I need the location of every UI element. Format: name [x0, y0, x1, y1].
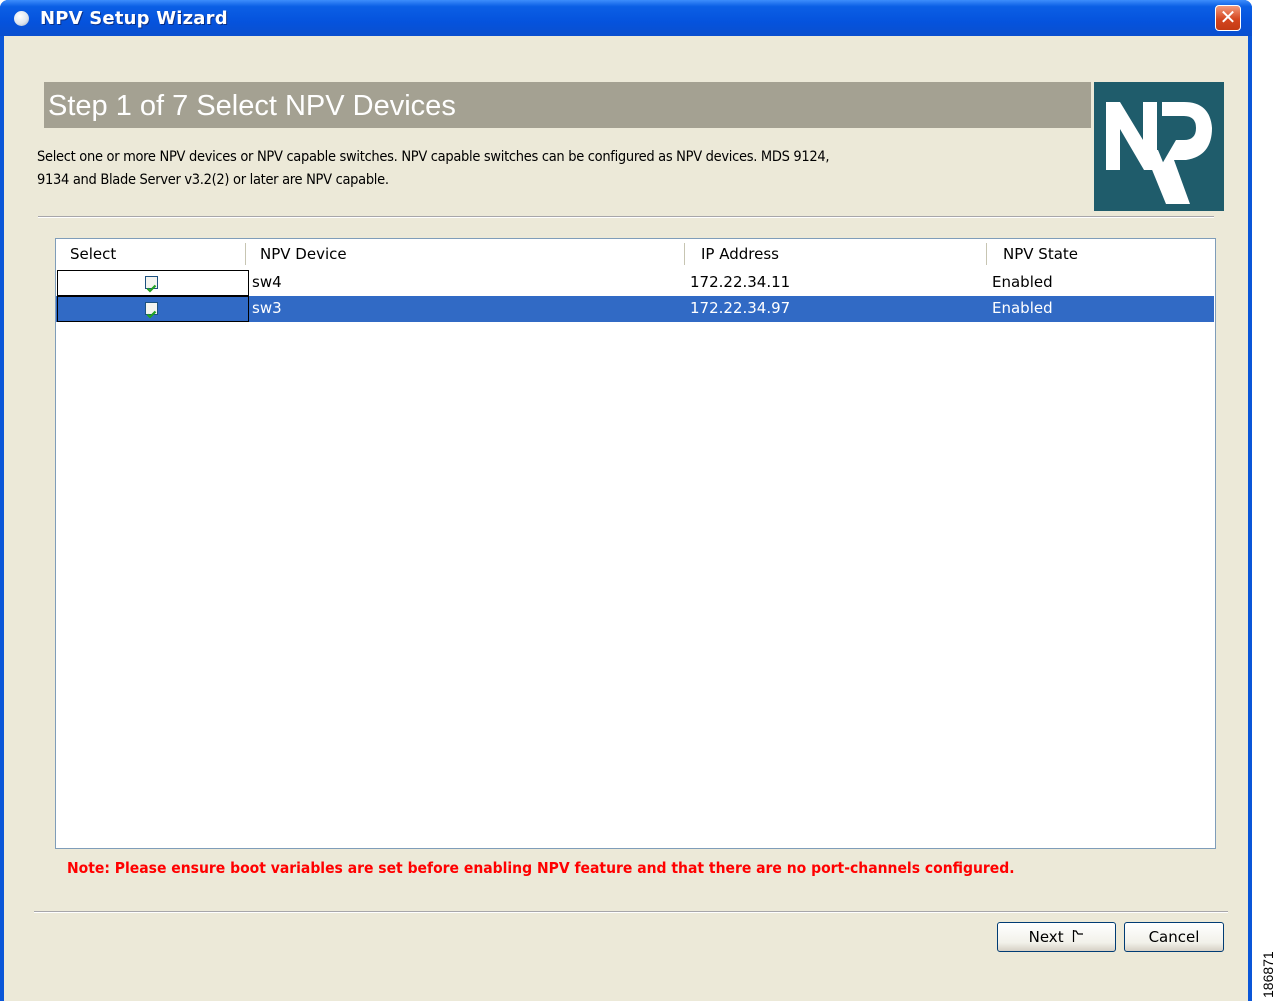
cancel-button[interactable]: Cancel — [1124, 922, 1224, 952]
close-button[interactable]: ✕ — [1215, 5, 1241, 31]
npv-logo-icon — [1106, 102, 1212, 204]
description-line-1: Select one or more NPV devices or NPV ca… — [37, 149, 830, 165]
top-separator — [38, 216, 1214, 218]
close-icon: ✕ — [1219, 5, 1237, 29]
select-checkbox[interactable] — [145, 276, 158, 293]
checkmark-icon — [146, 284, 157, 293]
checkmark-icon — [146, 310, 157, 319]
column-header-npv-device[interactable]: NPV Device — [260, 239, 680, 270]
table-row[interactable]: sw3 172.22.34.97 Enabled — [56, 296, 1214, 322]
column-header-npv-state[interactable]: NPV State — [1003, 239, 1203, 270]
figure-number: 186871 — [1258, 920, 1278, 1000]
boot-variables-note: Note: Please ensure boot variables are s… — [67, 859, 1015, 877]
column-divider[interactable] — [684, 243, 685, 265]
table-row[interactable]: sw4 172.22.34.11 Enabled — [56, 270, 1214, 296]
wizard-window: NPV Setup Wizard ✕ Step 1 of 7 Select NP… — [0, 0, 1252, 1001]
figure-number-text: 186871 — [1260, 951, 1276, 998]
title-bar[interactable]: NPV Setup Wizard ✕ — [0, 0, 1252, 36]
window-title: NPV Setup Wizard — [40, 8, 228, 29]
ip-address-cell[interactable]: 172.22.34.97 — [688, 296, 986, 322]
npv-device-cell[interactable]: sw3 — [250, 296, 684, 322]
select-cell[interactable] — [57, 296, 249, 322]
npv-state-cell[interactable]: Enabled — [990, 270, 1214, 296]
select-cell[interactable] — [57, 270, 249, 296]
figure-number-label: 186871 — [1260, 951, 1276, 998]
next-button-label: Next — [1028, 928, 1064, 946]
description-line-2: 9134 and Blade Server v3.2(2) or later a… — [37, 172, 389, 188]
npv-logo — [1094, 82, 1224, 211]
npv-device-cell[interactable]: sw4 — [250, 270, 684, 296]
step-header: Step 1 of 7 Select NPV Devices — [44, 82, 1091, 128]
app-icon — [14, 11, 29, 26]
column-header-ip-address[interactable]: IP Address — [701, 239, 981, 270]
ip-address-cell[interactable]: 172.22.34.11 — [688, 270, 986, 296]
column-header-select[interactable]: Select — [70, 239, 230, 270]
bottom-separator — [34, 911, 1228, 913]
npv-state-cell[interactable]: Enabled — [990, 296, 1214, 322]
wizard-body: Step 1 of 7 Select NPV Devices Select on… — [4, 36, 1248, 1001]
step-description: Select one or more NPV devices or NPV ca… — [37, 146, 1092, 192]
column-divider[interactable] — [986, 243, 987, 265]
next-button[interactable]: Next — [997, 922, 1116, 952]
npv-device-table[interactable]: Select NPV Device IP Address NPV State s… — [55, 238, 1216, 849]
select-checkbox[interactable] — [145, 302, 158, 319]
step-title: Step 1 of 7 Select NPV Devices — [48, 90, 456, 122]
column-divider[interactable] — [245, 243, 246, 265]
next-arrow-icon — [1073, 930, 1084, 942]
